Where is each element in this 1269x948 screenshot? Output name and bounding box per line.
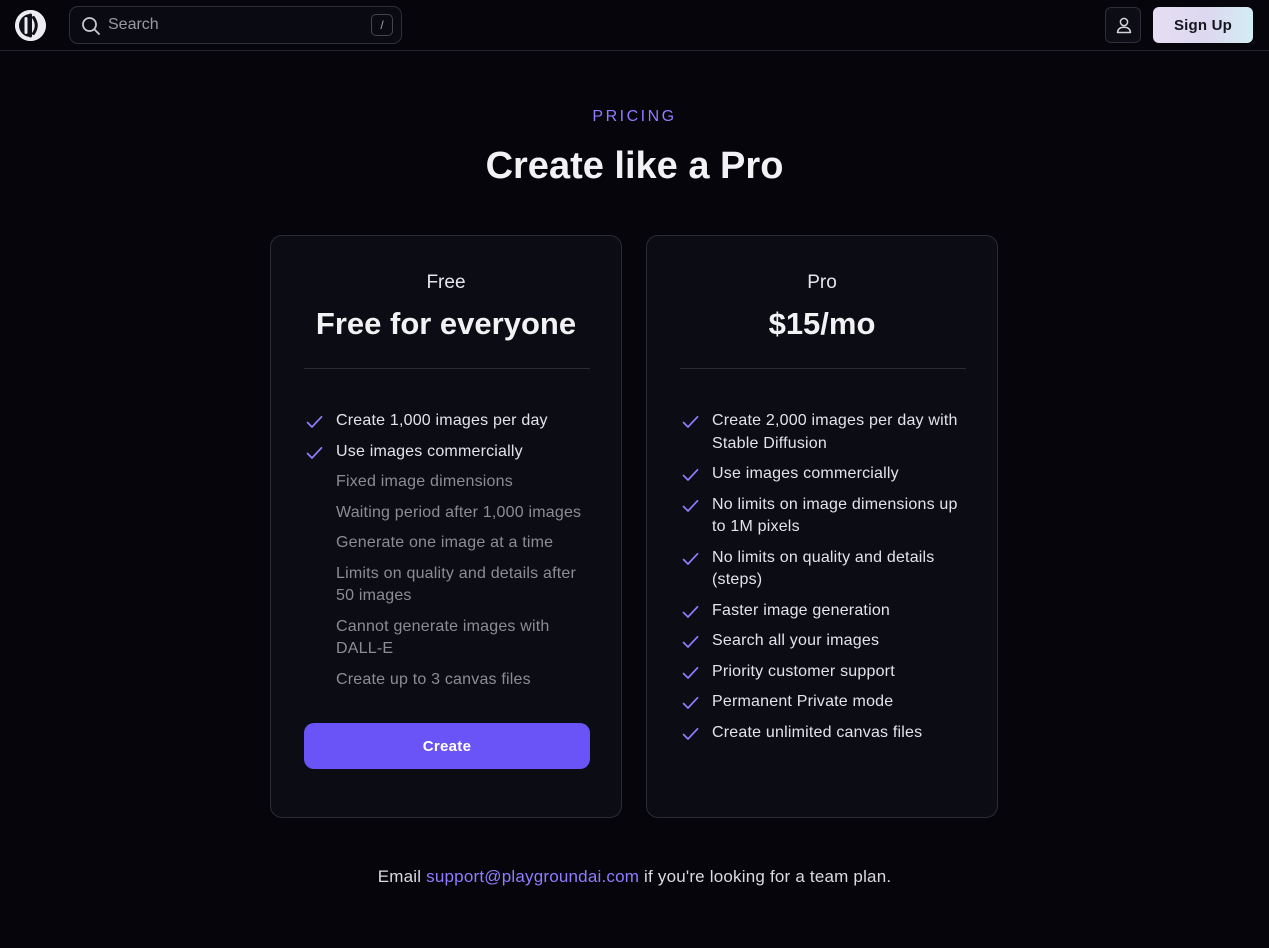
divider [680, 368, 966, 369]
check-icon [682, 551, 699, 565]
footer-prefix: Email [377, 867, 422, 886]
feature-text: Search all your images [712, 632, 880, 649]
feature-item: Waiting period after 1,000 images [304, 502, 594, 525]
playground-logo-icon[interactable] [15, 10, 46, 41]
check-icon [682, 665, 699, 679]
page-title: Create like a Pro [485, 145, 784, 187]
create-button[interactable]: Create [304, 723, 590, 769]
feature-text: Create up to 3 canvas files [336, 670, 531, 688]
free-plan-card: Free Free for everyone Create 1,000 imag… [270, 235, 622, 818]
feature-item: Use images commercially [304, 441, 594, 464]
feature-text: Limits on quality and details after 50 i… [336, 564, 577, 605]
feature-item: Fixed image dimensions [304, 471, 594, 494]
check-icon [682, 604, 699, 618]
check-icon [682, 467, 699, 481]
feature-text: Cannot generate images with DALL-E [336, 617, 550, 658]
feature-item: Faster image generation [680, 600, 970, 623]
feature-item: Priority customer support [680, 661, 970, 684]
support-email-link[interactable]: support@playgroundai.com [426, 867, 639, 886]
feature-text: Create unlimited canvas files [712, 723, 923, 741]
feature-item: Limits on quality and details after 50 i… [304, 563, 594, 608]
feature-text: Use images commercially [336, 442, 523, 460]
check-icon [682, 695, 699, 709]
top-navigation-bar: / Sign Up [0, 0, 1269, 51]
feature-text: Fixed image dimensions [336, 473, 513, 490]
feature-item: Generate one image at a time [304, 532, 594, 555]
check-icon [306, 414, 323, 428]
feature-text: Faster image generation [712, 601, 891, 619]
plan-name: Free [426, 272, 466, 293]
feature-text: Waiting period after 1,000 images [336, 503, 582, 521]
feature-item: Create up to 3 canvas files [304, 669, 594, 692]
section-eyebrow: PRICING [592, 108, 677, 125]
feature-text: Create 2,000 images per day with Stable … [712, 412, 958, 452]
search-bar[interactable]: / [69, 6, 402, 44]
check-icon [682, 414, 699, 428]
sign-up-button[interactable]: Sign Up [1153, 7, 1253, 43]
plan-price: Free for everyone [315, 306, 577, 341]
search-input[interactable] [108, 8, 358, 42]
feature-item: Create unlimited canvas files [680, 722, 970, 745]
feature-item: No limits on image dimensions up to 1M p… [680, 494, 970, 539]
plan-price: $15/mo [768, 306, 876, 341]
user-account-button[interactable] [1105, 7, 1141, 43]
feature-item: Permanent Private mode [680, 691, 970, 714]
feature-text: Priority customer support [712, 662, 895, 680]
feature-item: Create 2,000 images per day with Stable … [680, 410, 970, 455]
feature-item: Search all your images [680, 630, 970, 653]
feature-text: No limits on quality and details (steps) [712, 548, 935, 589]
feature-text: No limits on image dimensions up to 1M p… [712, 495, 958, 536]
search-shortcut-key: / [371, 14, 393, 36]
team-plan-note: Email support@playgroundai.com if you're… [0, 867, 1269, 887]
footer-suffix: if you're looking for a team plan. [644, 867, 892, 886]
feature-text: Generate one image at a time [336, 534, 554, 551]
check-icon [682, 726, 699, 740]
feature-item: Create 1,000 images per day [304, 410, 594, 433]
search-icon [81, 16, 101, 36]
feature-text: Use images commercially [712, 465, 899, 482]
check-icon [306, 445, 323, 459]
feature-list: Create 1,000 images per day Use images co… [304, 410, 594, 699]
plan-name: Pro [807, 272, 837, 293]
check-icon [682, 498, 699, 512]
feature-text: Create 1,000 images per day [336, 412, 548, 429]
feature-item: Cannot generate images with DALL-E [304, 616, 594, 661]
feature-item: Use images commercially [680, 463, 970, 486]
check-icon [682, 634, 699, 648]
feature-item: No limits on quality and details (steps) [680, 547, 970, 592]
pro-plan-card: Pro $15/mo Create 2,000 images per day w… [646, 235, 998, 818]
feature-list: Create 2,000 images per day with Stable … [680, 410, 970, 752]
divider [304, 368, 590, 369]
feature-text: Permanent Private mode [712, 693, 894, 710]
